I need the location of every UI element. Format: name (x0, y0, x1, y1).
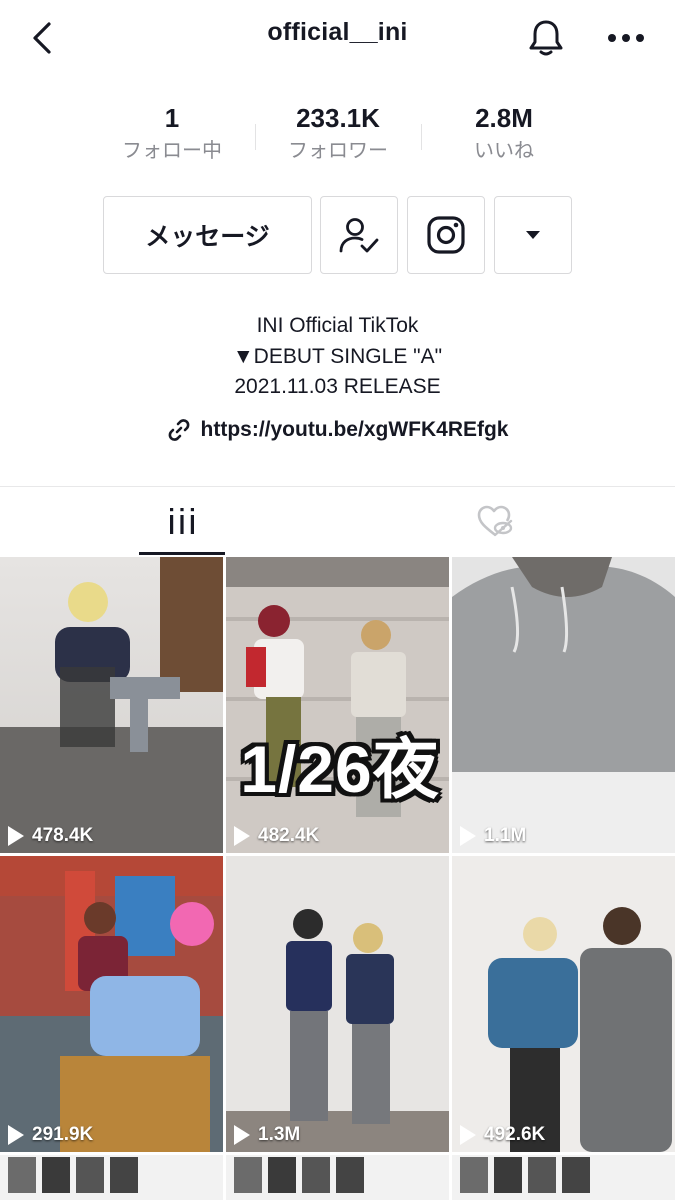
following-stat[interactable]: 1 フォロー中 (87, 102, 257, 166)
video-thumbnail[interactable]: 492.6K (452, 856, 675, 1152)
bio-link-url: https://youtu.be/xgWFK4REfgk (200, 418, 509, 441)
thumbnail-image (226, 1155, 449, 1200)
instagram-button[interactable] (407, 196, 485, 274)
thumbnail-image (452, 557, 675, 853)
view-count: 478.4K (8, 825, 93, 847)
bio-line: ▼DEBUT SINGLE "A" (232, 345, 443, 368)
thumbnail-image (0, 856, 223, 1152)
followers-label: フォロワー (288, 140, 388, 162)
bio-line: INI Official TikTok (256, 314, 419, 337)
video-thumbnail[interactable] (0, 1155, 223, 1200)
active-tab-indicator (139, 552, 225, 555)
more-horizontal-icon (608, 34, 644, 42)
bio-link[interactable]: https://youtu.be/xgWFK4REfgk (0, 418, 675, 442)
video-thumbnail[interactable]: 291.9K (0, 856, 223, 1152)
thumbnail-image (226, 856, 449, 1152)
overlay-caption: 1/26夜 (240, 732, 440, 806)
video-thumbnail[interactable] (452, 1155, 675, 1200)
play-icon (460, 1125, 476, 1145)
thumbnail-image (0, 557, 223, 853)
following-label: フォロー中 (122, 140, 222, 162)
view-count: 291.9K (8, 1124, 93, 1146)
more-options-button[interactable] (604, 16, 648, 60)
thumbnail-image (0, 1155, 223, 1200)
video-thumbnail[interactable]: 478.4K (0, 557, 223, 853)
bell-icon (529, 20, 563, 56)
video-thumbnail[interactable] (226, 1155, 449, 1200)
video-thumbnail[interactable]: 1.1M (452, 557, 675, 853)
view-count-label: 482.4K (258, 825, 320, 846)
view-count-label: 1.3M (258, 1124, 301, 1145)
thumbnail-image (452, 1155, 675, 1200)
view-count: 1.3M (234, 1124, 300, 1146)
thumbnail-image (452, 856, 675, 1152)
likes-stat: 2.8M いいね (419, 102, 589, 166)
view-count-label: 1.1M (484, 825, 527, 846)
heart-hidden-icon (477, 505, 513, 537)
message-button[interactable]: メッセージ (103, 196, 312, 274)
view-count-label: 478.4K (32, 825, 94, 846)
view-count: 1.1M (460, 825, 526, 847)
tab-liked-private[interactable] (452, 488, 538, 554)
play-icon (460, 826, 476, 846)
following-status-button[interactable] (320, 196, 398, 274)
tab-videos[interactable] (139, 488, 225, 554)
notification-bell-button[interactable] (524, 16, 568, 60)
play-icon (8, 1125, 24, 1145)
play-icon (8, 826, 24, 846)
caret-down-icon (526, 231, 540, 239)
followers-count: 233.1K (296, 103, 380, 133)
user-check-icon (339, 218, 379, 253)
tab-divider (0, 486, 675, 487)
video-grid-icon (170, 508, 194, 534)
instagram-icon (427, 216, 465, 254)
view-count: 482.4K (234, 825, 319, 847)
bio-line: 2021.11.03 RELEASE (234, 375, 441, 398)
play-icon (234, 826, 250, 846)
play-icon (234, 1125, 250, 1145)
profile-username: official__ini (267, 18, 408, 46)
followers-stat[interactable]: 233.1K フォロワー (253, 102, 423, 166)
video-thumbnail[interactable]: 1.3M (226, 856, 449, 1152)
suggested-accounts-dropdown[interactable] (494, 196, 572, 274)
view-count: 492.6K (460, 1124, 545, 1146)
link-icon (168, 419, 189, 441)
likes-label: いいね (474, 140, 534, 162)
following-count: 1 (164, 103, 180, 133)
view-count-label: 492.6K (484, 1124, 546, 1145)
view-count-label: 291.9K (32, 1124, 94, 1145)
likes-count: 2.8M (475, 103, 533, 133)
